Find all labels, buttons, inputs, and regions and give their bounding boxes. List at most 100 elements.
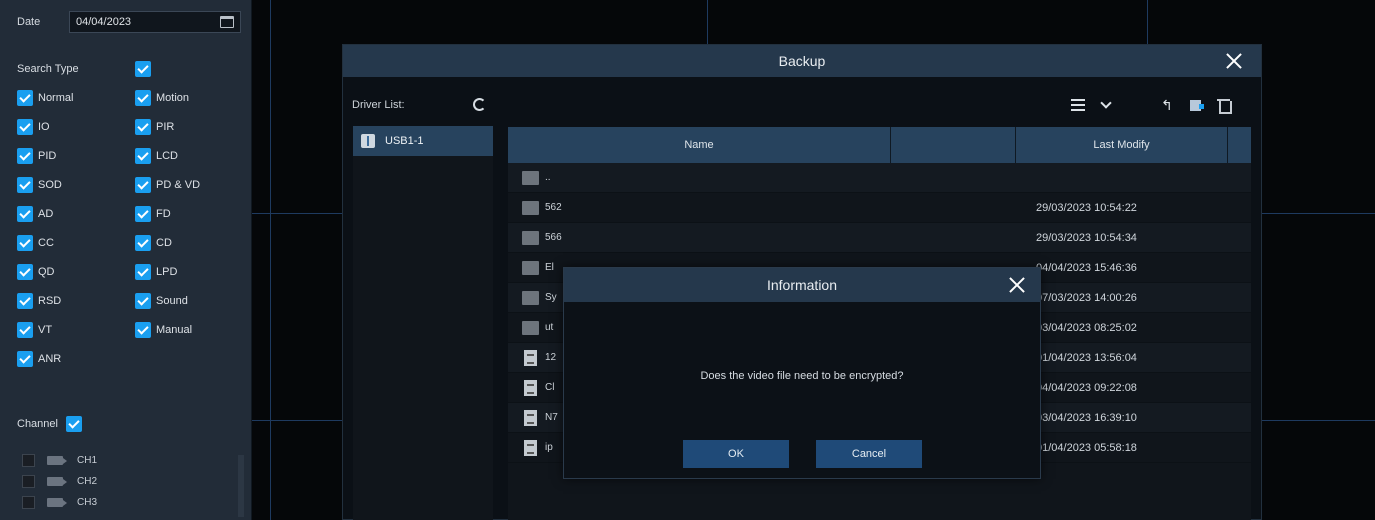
cancel-button[interactable]: Cancel bbox=[816, 440, 922, 468]
list-view-icon[interactable] bbox=[1071, 97, 1087, 113]
driver-item-usb[interactable]: USB1-1 bbox=[353, 126, 493, 156]
folder-icon bbox=[522, 290, 539, 305]
grid-line bbox=[1147, 0, 1148, 45]
search-type-all-checkbox[interactable] bbox=[135, 61, 151, 77]
search-type-item[interactable]: QD bbox=[17, 264, 135, 280]
search-type-label: SOD bbox=[38, 179, 62, 191]
file-toolbar: ↰ bbox=[343, 97, 1263, 115]
info-title: Information bbox=[766, 277, 838, 293]
search-type-checkbox[interactable] bbox=[17, 293, 33, 309]
file-icon bbox=[524, 409, 537, 426]
search-type-list: Normal Motion IO PIR PID LCD SOD PD & VD AD FD CC C… bbox=[17, 90, 242, 367]
new-folder-icon[interactable] bbox=[1189, 97, 1205, 113]
search-type-checkbox[interactable] bbox=[17, 90, 33, 106]
file-name: Cl bbox=[545, 382, 555, 393]
search-type-item[interactable]: SOD bbox=[17, 177, 135, 193]
search-type-checkbox[interactable] bbox=[17, 322, 33, 338]
backup-title-bar: Backup bbox=[343, 45, 1261, 77]
search-type-checkbox[interactable] bbox=[135, 235, 151, 251]
cell-last-modify: 04/04/2023 15:46:36 bbox=[1036, 261, 1137, 274]
search-type-checkbox[interactable] bbox=[17, 177, 33, 193]
search-type-item[interactable]: Motion bbox=[135, 90, 242, 106]
search-type-checkbox[interactable] bbox=[17, 351, 33, 367]
calendar-icon[interactable] bbox=[220, 16, 234, 28]
channel-item[interactable]: CH1 bbox=[22, 450, 97, 471]
search-type-label: CC bbox=[38, 237, 54, 249]
search-type-item[interactable]: PD & VD bbox=[135, 177, 242, 193]
search-type-item[interactable]: RSD bbox=[17, 293, 135, 309]
info-message: Does the video file need to be encrypted… bbox=[700, 370, 904, 382]
search-type-checkbox[interactable] bbox=[17, 206, 33, 222]
search-type-item[interactable]: CC bbox=[17, 235, 135, 251]
search-type-checkbox[interactable] bbox=[135, 177, 151, 193]
search-type-label: Manual bbox=[156, 324, 193, 336]
information-dialog: Information Does the video file need to … bbox=[563, 267, 1041, 479]
channel-name: CH3 bbox=[77, 497, 98, 508]
driver-label: USB1-1 bbox=[385, 135, 424, 147]
grid-line bbox=[252, 213, 342, 214]
channel-item[interactable]: CH3 bbox=[22, 492, 97, 513]
search-type-item[interactable]: Sound bbox=[135, 293, 242, 309]
file-name: ut bbox=[545, 322, 554, 333]
file-name: El bbox=[545, 262, 554, 273]
search-type-item[interactable]: FD bbox=[135, 206, 242, 222]
search-type-checkbox[interactable] bbox=[135, 264, 151, 280]
trash-icon[interactable] bbox=[1216, 97, 1232, 114]
search-type-checkbox[interactable] bbox=[135, 90, 151, 106]
search-type-item[interactable]: LPD bbox=[135, 264, 242, 280]
channel-list: CH1 CH2 CH3 bbox=[22, 450, 97, 513]
channel-scrollbar[interactable] bbox=[238, 455, 244, 517]
channel-item[interactable]: CH2 bbox=[22, 471, 97, 492]
search-type-item[interactable]: PIR bbox=[135, 119, 242, 135]
close-icon[interactable] bbox=[1225, 52, 1243, 70]
camera-icon bbox=[47, 456, 67, 465]
channel-checkbox[interactable] bbox=[22, 496, 35, 509]
search-type-label: AD bbox=[38, 208, 54, 220]
search-type-item[interactable]: CD bbox=[135, 235, 242, 251]
channel-name: CH1 bbox=[77, 455, 98, 466]
channel-checkbox[interactable] bbox=[22, 454, 35, 467]
search-type-checkbox[interactable] bbox=[17, 264, 33, 280]
search-type-checkbox[interactable] bbox=[17, 119, 33, 135]
table-row[interactable]: 562 29/03/2023 10:54:22 bbox=[508, 193, 1251, 223]
grid-line bbox=[252, 420, 342, 421]
search-type-label: VT bbox=[38, 324, 53, 336]
search-type-checkbox[interactable] bbox=[17, 148, 33, 164]
channel-all-checkbox[interactable] bbox=[65, 416, 82, 432]
chevron-down-icon[interactable] bbox=[1099, 97, 1115, 113]
search-type-checkbox[interactable] bbox=[17, 235, 33, 251]
search-type-item[interactable]: Manual bbox=[135, 322, 242, 338]
column-last-modify[interactable]: Last Modify bbox=[1016, 127, 1228, 163]
search-type-label: LPD bbox=[156, 266, 178, 278]
search-type-item[interactable]: VT bbox=[17, 322, 135, 338]
date-field[interactable]: 04/04/2023 bbox=[69, 11, 241, 33]
folder-icon bbox=[522, 200, 539, 215]
close-icon[interactable] bbox=[1008, 276, 1026, 294]
table-row[interactable]: .. bbox=[508, 163, 1251, 193]
search-type-checkbox[interactable] bbox=[135, 148, 151, 164]
channel-name: CH2 bbox=[77, 476, 98, 487]
search-type-item[interactable]: AD bbox=[17, 206, 135, 222]
file-name: Sy bbox=[545, 292, 557, 303]
search-type-label: PIR bbox=[156, 121, 175, 133]
usb-icon bbox=[361, 134, 375, 148]
file-name: 562 bbox=[545, 202, 562, 213]
search-type-item[interactable]: PID bbox=[17, 148, 135, 164]
search-type-item[interactable]: LCD bbox=[135, 148, 242, 164]
search-type-checkbox[interactable] bbox=[135, 322, 151, 338]
search-type-checkbox[interactable] bbox=[135, 119, 151, 135]
driver-list: USB1-1 bbox=[353, 126, 493, 520]
table-row[interactable]: 566 29/03/2023 10:54:34 bbox=[508, 223, 1251, 253]
back-icon[interactable]: ↰ bbox=[1161, 97, 1177, 113]
column-name[interactable]: Name bbox=[508, 127, 891, 163]
ok-button[interactable]: OK bbox=[683, 440, 789, 468]
search-type-checkbox[interactable] bbox=[135, 293, 151, 309]
channel-checkbox[interactable] bbox=[22, 475, 35, 488]
search-type-item[interactable]: IO bbox=[17, 119, 135, 135]
search-type-item[interactable]: ANR bbox=[17, 351, 135, 367]
search-type-label: PD & VD bbox=[156, 179, 201, 191]
search-type-checkbox[interactable] bbox=[135, 206, 151, 222]
backup-title: Backup bbox=[778, 53, 826, 69]
search-type-item[interactable]: Normal bbox=[17, 90, 135, 106]
cell-last-modify: 03/04/2023 16:39:10 bbox=[1036, 411, 1137, 424]
